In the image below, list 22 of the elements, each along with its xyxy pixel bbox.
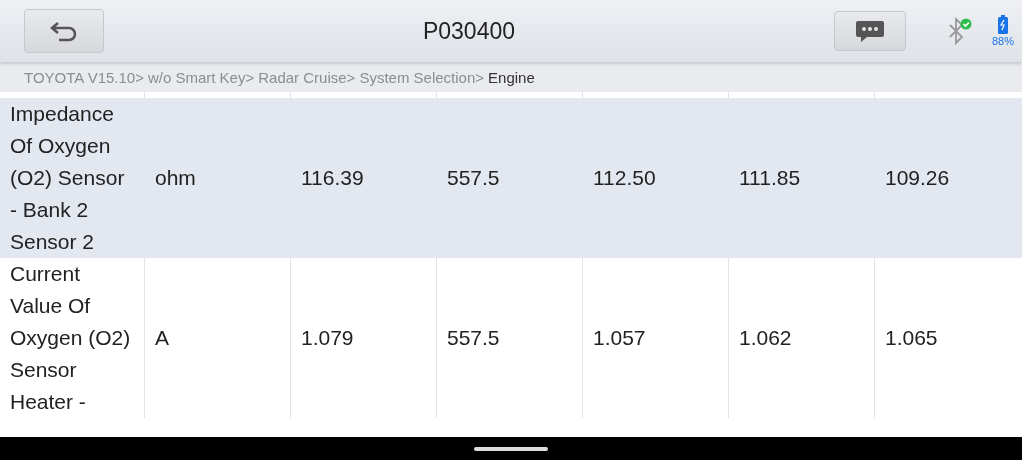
back-button[interactable] [24, 9, 104, 53]
parameter-name: Current Value Of Oxygen (O2) Sensor Heater - [0, 258, 145, 418]
back-arrow-icon [49, 20, 79, 42]
value-cell: 1.057 [583, 258, 729, 418]
message-button[interactable] [833, 11, 906, 51]
page-title: P030400 [421, 17, 517, 45]
breadcrumb-item[interactable]: System Selection> [359, 68, 485, 86]
unit-cell: A [145, 258, 291, 418]
value-cell: 1.062 [729, 258, 875, 418]
value-cell: 1.079 [291, 258, 437, 418]
battery-icon [997, 15, 1009, 35]
value-cell-text: 109.26 [884, 165, 951, 191]
value-cell: 557.5 [437, 258, 583, 418]
chat-bubble-icon [854, 19, 885, 43]
value-cell-text: 1.065 [884, 325, 939, 351]
breadcrumb-item[interactable]: Engine [488, 68, 535, 86]
breadcrumb-item[interactable]: Radar Cruise> [258, 68, 356, 86]
home-handle[interactable] [474, 446, 548, 451]
breadcrumb-item[interactable]: TOYOTA V15.10> [24, 68, 144, 86]
breadcrumb-item[interactable]: w/o Smart Key> [147, 68, 255, 86]
table-row[interactable]: Impedance Of Oxygen (O2) Sensor - Bank 2 Sensor 2 ohm 116.39 557.5 112.50 111.85 109.26 [0, 98, 1022, 258]
battery-level: 88% [991, 35, 1014, 47]
